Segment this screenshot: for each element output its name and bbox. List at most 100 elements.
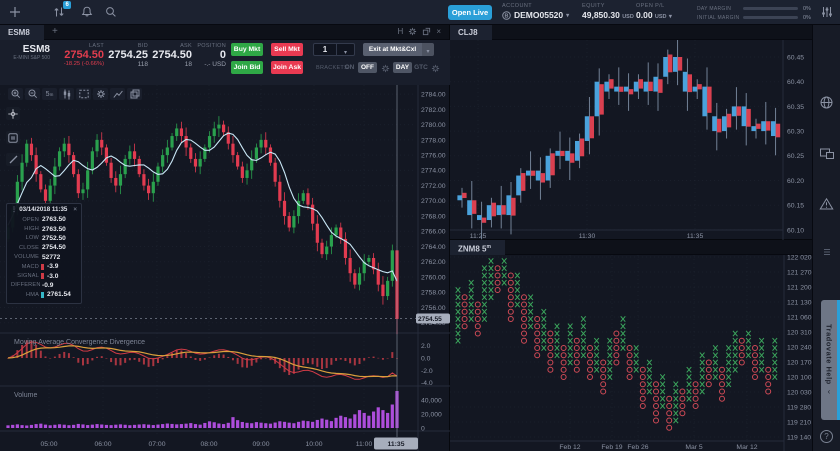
copy-chart-icon[interactable] [127, 88, 142, 100]
initial-margin-bar [743, 16, 798, 19]
add-tab-icon[interactable]: + [52, 26, 58, 37]
open-pl-currency: USD [655, 14, 667, 20]
buy-mkt-button[interactable]: Buy Mkt [231, 43, 263, 56]
exit-chevron-icon[interactable]: ▾ [422, 43, 434, 56]
tooltip-row: SIGNAL-3.0 [11, 271, 77, 280]
sell-mkt-button[interactable]: Sell Mkt [271, 43, 303, 56]
header-toggle-button[interactable]: H [398, 27, 404, 36]
svg-text:119 210: 119 210 [787, 419, 811, 426]
svg-text:08:00: 08:00 [200, 441, 217, 448]
clj8-chart-panel: CLJ8 60.4560.4060.3560.3060.2560.2060.15… [450, 25, 812, 240]
svg-text:60.10: 60.10 [787, 227, 804, 234]
svg-text:-2.0: -2.0 [421, 368, 433, 375]
svg-text:2.0: 2.0 [421, 343, 431, 350]
svg-text:40,000: 40,000 [421, 397, 442, 404]
gear-icon[interactable] [93, 88, 108, 100]
quantity-chevron-icon[interactable]: ▾ [337, 43, 355, 56]
tab-clj8[interactable]: CLJ8 [450, 25, 492, 40]
indicators-icon[interactable] [110, 88, 125, 100]
svg-text:-4.0: -4.0 [421, 380, 433, 387]
esm8-chart-panel: ESM8 + H × ESM8 E-MINI S&P 500 LAST 2754… [0, 25, 450, 451]
svg-text:121 060: 121 060 [787, 314, 812, 321]
bell-icon[interactable] [80, 5, 94, 19]
chevron-left-icon: ‹ [828, 387, 831, 396]
chevron-down-icon: ▾ [669, 14, 672, 20]
svg-text:2776.00: 2776.00 [421, 153, 446, 160]
gtc-toggle[interactable]: GTC [413, 62, 429, 73]
close-icon[interactable]: × [436, 27, 441, 36]
svg-text:2766.00: 2766.00 [421, 229, 446, 236]
exit-at-mkt-button[interactable]: Exit at Mkt&Cxl [363, 43, 422, 56]
notification-count-badge[interactable]: 6 [63, 1, 71, 9]
crosshair-tool-icon[interactable] [6, 107, 20, 120]
clj8-price-chart[interactable]: 60.4560.4060.3560.3060.2560.2060.1560.10… [450, 40, 812, 240]
svg-text:60.40: 60.40 [787, 79, 804, 86]
select-region-icon[interactable] [76, 88, 91, 100]
close-icon[interactable]: × [73, 206, 77, 213]
add-workspace-icon[interactable] [8, 5, 22, 19]
drag-handle-icon[interactable]: ⋮ [11, 206, 17, 213]
svg-text:120 100: 120 100 [787, 374, 812, 381]
chevron-down-icon: ▾ [566, 12, 569, 19]
warning-icon[interactable] [819, 197, 834, 211]
tab-esm8[interactable]: ESM8 [0, 25, 44, 40]
gear-icon[interactable] [408, 27, 417, 36]
open-pl-block[interactable]: OPEN P/L 0.00 USD ▾ [636, 3, 672, 20]
day-margin-bar [743, 7, 798, 10]
symbol-name: ESM8 [8, 44, 50, 55]
grip-icon[interactable] [822, 247, 832, 257]
interval-selector[interactable]: 5m [42, 88, 57, 100]
svg-text:60.45: 60.45 [787, 54, 804, 61]
bid-value: 2754.25 [108, 49, 148, 61]
svg-text:2770.00: 2770.00 [421, 198, 446, 205]
search-icon[interactable] [104, 5, 118, 19]
devices-icon[interactable] [819, 147, 835, 161]
clj8-tab-bar: CLJ8 [450, 25, 812, 40]
esm8-chart-area[interactable]: 2784.002782.002780.002778.002776.002774.… [0, 85, 450, 451]
brackets-off-toggle[interactable]: OFF [358, 62, 377, 73]
tradovate-help-tab[interactable]: Tradovate Help ‹ [821, 300, 840, 420]
svg-text:0.0: 0.0 [421, 355, 431, 362]
bid-block: BID 2754.25 118 [108, 43, 148, 68]
quantity-field[interactable]: 1 [313, 43, 337, 56]
svg-text:B: B [505, 13, 509, 19]
esm8-tab-bar: ESM8 + H × [0, 25, 449, 40]
help-circle-icon[interactable]: ? [820, 430, 833, 443]
globe-icon[interactable] [819, 95, 834, 110]
svg-text:2784.00: 2784.00 [421, 92, 446, 99]
svg-text:Feb 19: Feb 19 [601, 444, 622, 451]
join-bid-button[interactable]: Join Bid [231, 61, 263, 74]
zoom-in-icon[interactable] [8, 88, 23, 100]
svg-text:Feb 26: Feb 26 [627, 444, 648, 451]
svg-text:60.15: 60.15 [787, 203, 804, 210]
tab-znm8[interactable]: ZNM8 5m [450, 240, 505, 255]
tooltip-row: HIGH2763.50 [11, 224, 77, 233]
svg-text:2780.00: 2780.00 [421, 122, 446, 129]
svg-text:0: 0 [421, 425, 425, 432]
svg-text:120 170: 120 170 [787, 359, 812, 366]
zoom-out-icon[interactable] [25, 88, 40, 100]
svg-text:119 140: 119 140 [787, 434, 811, 441]
pause-scroll-icon[interactable] [6, 131, 20, 144]
position-block: POSITION 0 -.- USD [196, 43, 226, 68]
join-ask-button[interactable]: Join Ask [271, 61, 303, 74]
brackets-on-toggle[interactable]: ON [343, 62, 356, 73]
gear-icon[interactable] [431, 64, 440, 73]
svg-text:Mar 12: Mar 12 [736, 444, 757, 451]
position-value: 0 [196, 49, 226, 61]
chart-type-candles-icon[interactable] [59, 88, 74, 100]
svg-text:07:00: 07:00 [148, 441, 165, 448]
sliders-icon[interactable] [820, 5, 834, 19]
svg-text:122 020: 122 020 [787, 255, 812, 261]
svg-text:05:00: 05:00 [40, 441, 57, 448]
draw-line-icon[interactable] [6, 153, 20, 166]
svg-text:09:00: 09:00 [252, 441, 269, 448]
znm8-pnf-chart[interactable]: 122 020121 270121 200121 130121 060120 3… [450, 255, 812, 451]
svg-text:121 130: 121 130 [787, 299, 812, 306]
account-selector[interactable]: ACCOUNT B DEMO05520 ▾ [502, 3, 569, 20]
gear-icon[interactable] [381, 64, 390, 73]
open-live-button[interactable]: Open Live [448, 5, 492, 20]
initial-margin-label: INITIAL MARGIN [697, 15, 743, 21]
day-toggle[interactable]: DAY [393, 62, 412, 73]
popout-icon[interactable] [422, 27, 431, 36]
